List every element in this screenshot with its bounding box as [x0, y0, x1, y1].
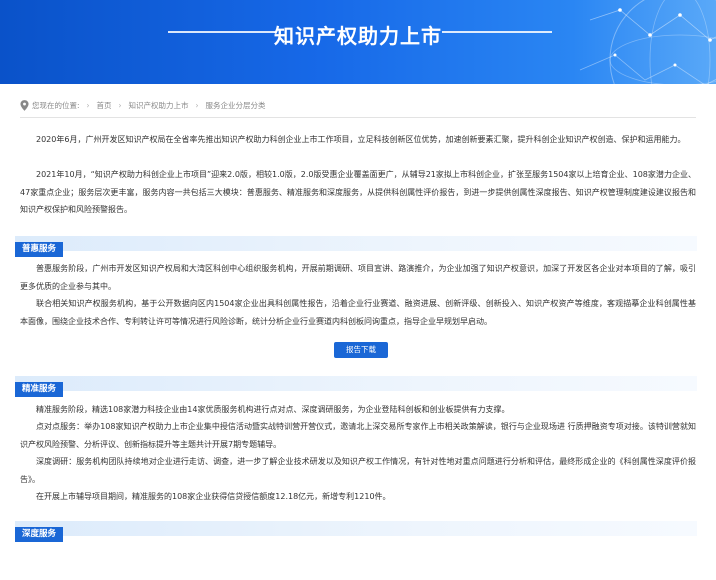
puhui-paragraph-2: 联合相关知识产权服务机构，基于公开数据向区内1504家企业出具科创属性报告，沿着… [20, 299, 696, 326]
intro-paragraph-1: 2020年6月，广州开发区知识产权局在全省率先推出知识产权助力科创企业上市工作项… [36, 135, 686, 144]
intro-paragraph-2: 2021年10月，“知识产权助力科创企业上市项目”迎来2.0版，相较1.0版，2… [20, 170, 696, 214]
section-title-shendu: 深度服务 [15, 527, 64, 542]
section-title-jingzhun: 精准服务 [15, 382, 64, 397]
breadcrumb: 您现在的位置: › 首页 › 知识产权助力上市 › 服务企业分层分类 [20, 98, 266, 112]
breadcrumb-divider [20, 117, 696, 118]
breadcrumb-link-home[interactable]: 首页 [97, 100, 112, 111]
section-title-puhui: 普惠服务 [15, 242, 64, 257]
report-download-button[interactable]: 报告下载 [334, 342, 388, 358]
jingzhun-paragraph-3: 深度调研：服务机构团队持续地对企业进行走访、调查，进一步了解企业技术研发以及知识… [20, 457, 696, 484]
breadcrumb-link-ip-listing[interactable]: 知识产权助力上市 [129, 100, 189, 111]
location-pin-icon [20, 99, 29, 111]
breadcrumb-link-current[interactable]: 服务企业分层分类 [206, 100, 266, 111]
breadcrumb-separator: › [118, 100, 122, 110]
breadcrumb-separator: › [195, 100, 199, 110]
section-header-shendu: 深度服务 [15, 521, 697, 542]
section-header-puhui: 普惠服务 [15, 236, 697, 257]
breadcrumb-separator: › [86, 100, 90, 110]
jingzhun-paragraph-1: 精准服务阶段，精选108家潜力科技企业由14家优质服务机构进行点对点、深度调研服… [36, 405, 510, 414]
globe-network-graphic [579, 0, 716, 84]
breadcrumb-prefix: 您现在的位置: [32, 100, 80, 110]
jingzhun-paragraph-4: 在开展上市辅导项目期间，精准服务的108家企业获得信贷授信额度12.18亿元，新… [36, 492, 391, 501]
section-header-jingzhun: 精准服务 [15, 376, 697, 397]
page-banner: 知识产权助力上市 [0, 0, 716, 84]
banner-deco-line-right [442, 31, 552, 33]
puhui-paragraph-1: 普惠服务阶段，广州市开发区知识产权局和大湾区科创中心组织服务机构，开展前期调研、… [20, 264, 696, 291]
jingzhun-paragraph-2: 点对点服务：举办108家知识产权助力上市企业集中授信活动暨实战特训营开营仪式，邀… [20, 422, 696, 449]
